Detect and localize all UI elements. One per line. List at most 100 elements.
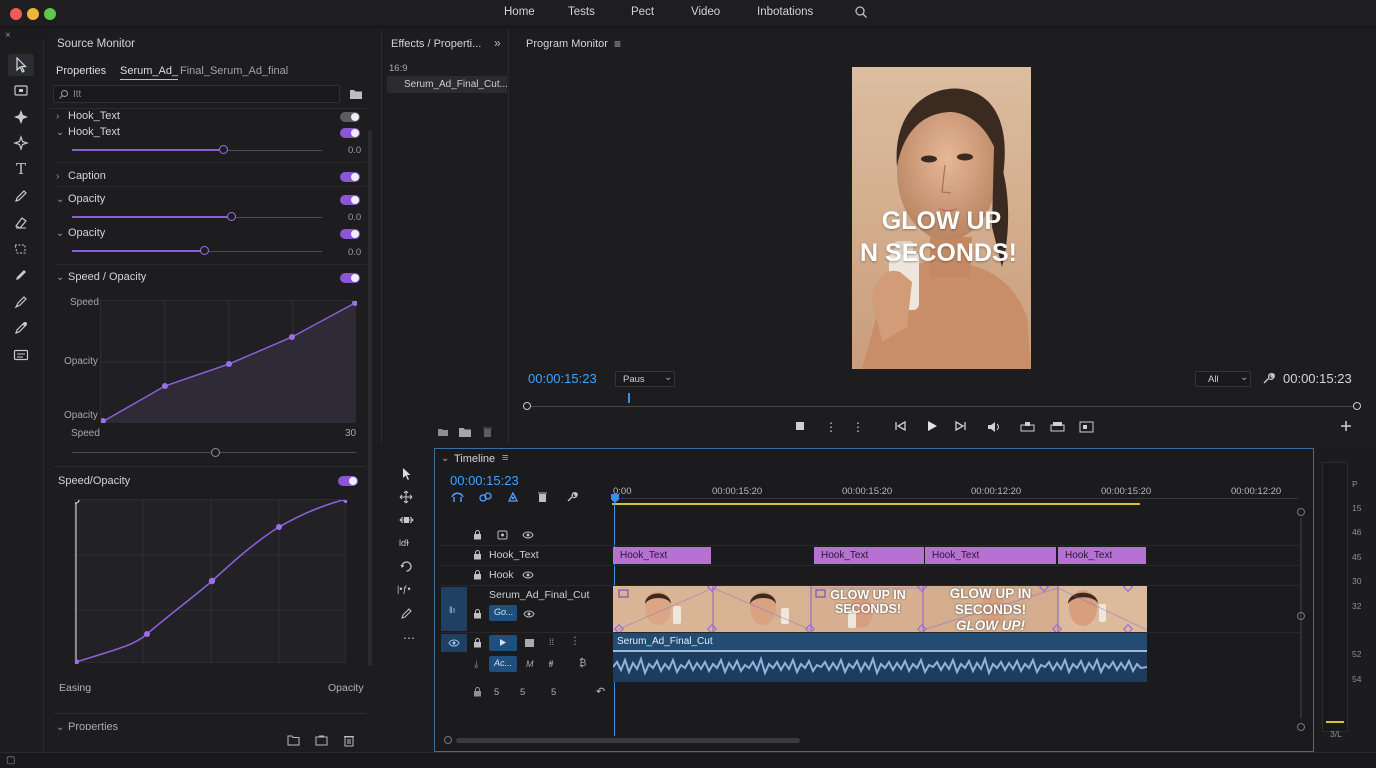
property-row-opacity-1[interactable]: ⌄ Opacity — [56, 193, 366, 211]
chevron-down-icon[interactable]: ⌄ — [56, 194, 68, 205]
text-clip-4[interactable]: Hook_Text — [1058, 547, 1147, 564]
graph1-scrub-knob[interactable] — [211, 448, 220, 457]
toggle-speed-opacity[interactable] — [340, 273, 360, 283]
v-scroll-end[interactable] — [1297, 723, 1305, 731]
eye-icon[interactable] — [523, 610, 535, 618]
more-vertical-icon[interactable]: ⋮ — [825, 420, 837, 434]
program-timecode-current[interactable]: 00:00:15:23 — [528, 371, 597, 386]
pen-tool-icon[interactable] — [8, 185, 34, 207]
close-window-button[interactable] — [10, 8, 22, 20]
text-clip-2[interactable]: Hook_Text — [814, 547, 925, 564]
work-area-bar[interactable] — [612, 503, 1140, 505]
lock-icon[interactable] — [473, 609, 482, 619]
tab-clip[interactable]: Serum_Ad_ — [120, 65, 179, 80]
property-row-hook-text-2[interactable]: ⌄ Hook_Text — [56, 126, 366, 144]
step-forward-icon[interactable] — [955, 421, 969, 431]
effects-item[interactable]: Serum_Ad_Final_Cut... — [387, 76, 508, 93]
track-eye-toggle[interactable] — [441, 634, 467, 652]
extract-icon[interactable] — [1050, 421, 1066, 432]
track-more-icon[interactable]: ⋮ — [570, 636, 580, 647]
ripple-edit-icon[interactable] — [8, 106, 34, 128]
nav-tests[interactable]: Tests — [568, 6, 595, 18]
chevron-right-icon[interactable]: › — [56, 111, 68, 122]
audio-levels-icon[interactable]: ⁞⁞ — [549, 637, 554, 647]
track-forward-icon[interactable] — [399, 514, 414, 526]
more-tools-icon[interactable]: ⋯ — [403, 631, 415, 645]
lock-icon[interactable] — [473, 570, 482, 580]
mute-icon[interactable]: M — [526, 659, 534, 669]
timeline-menu-icon[interactable]: ≡ — [502, 452, 508, 464]
opacity-slider-1-knob[interactable] — [227, 212, 236, 221]
nav-pect[interactable]: Pect — [631, 6, 654, 18]
opacity-slider-2-knob[interactable] — [200, 246, 209, 255]
eraser-tool-icon[interactable] — [8, 211, 34, 233]
scrub-in-point[interactable] — [523, 402, 531, 410]
crop-tool-icon[interactable] — [8, 238, 34, 260]
v-scroll-mid[interactable] — [1297, 612, 1305, 620]
voiceover-icon[interactable]: ₿ — [579, 658, 586, 669]
eye-icon[interactable] — [522, 531, 534, 539]
timeline-pen-icon[interactable] — [400, 607, 413, 620]
lock-icon[interactable] — [473, 638, 482, 648]
toggle-opacity-1[interactable] — [340, 195, 360, 205]
pencil-tool-icon[interactable] — [8, 264, 34, 286]
toggle-hook-text-2[interactable] — [340, 128, 360, 138]
add-button-icon[interactable] — [1340, 420, 1354, 432]
lock-icon[interactable] — [473, 550, 482, 560]
track-a2-badge[interactable]: Ac... — [489, 656, 517, 672]
track-target-v1[interactable]: ‖ı — [441, 587, 467, 631]
expand-panel-icon[interactable]: » — [494, 36, 501, 50]
hook-text-slider-knob[interactable] — [219, 145, 228, 154]
text-clip-1[interactable]: Hook_Text — [613, 547, 712, 564]
folder-icon[interactable] — [459, 427, 471, 437]
play-icon[interactable] — [926, 420, 940, 432]
nav-home[interactable]: Home — [504, 6, 535, 18]
mic-icon[interactable]: ⫰ — [474, 660, 478, 671]
undo-icon[interactable]: ↶ — [596, 685, 605, 698]
toggle-speed-opacity-graph[interactable] — [338, 476, 358, 486]
linked-selection-icon[interactable] — [479, 491, 492, 503]
program-scrub-track[interactable] — [528, 406, 1356, 407]
track-select-icon[interactable] — [8, 80, 34, 102]
property-row-opacity-2[interactable]: ⌄ Opacity — [56, 227, 366, 245]
lock-icon[interactable] — [473, 687, 482, 697]
slide-tool-icon[interactable]: |•ƒ• — [397, 584, 411, 594]
search-field[interactable]: Itt — [53, 85, 340, 103]
timeline-settings-wrench-icon[interactable] — [566, 491, 578, 503]
timeline-timecode[interactable]: 00:00:15:23 — [450, 473, 519, 488]
chevron-down-icon[interactable]: ⌄ — [56, 228, 68, 239]
h-scroll-start[interactable] — [444, 736, 452, 744]
speed-opacity-graph[interactable] — [100, 300, 357, 423]
chevron-right-icon[interactable]: › — [56, 171, 68, 182]
add-marker-icon[interactable] — [507, 491, 520, 503]
source-scrollbar[interactable] — [368, 130, 372, 666]
text-clip-3[interactable]: Hook_Text — [925, 547, 1057, 564]
nav-annotations[interactable]: Inbotations — [757, 6, 813, 18]
timeline-select-icon[interactable] — [401, 467, 413, 481]
more-vertical-icon-2[interactable]: ⋮ — [852, 420, 864, 434]
snap-icon[interactable] — [451, 491, 464, 503]
tab-clip-extra[interactable]: Final_Serum_Ad_final — [180, 65, 288, 77]
chevron-down-icon[interactable]: ⌄ — [441, 453, 449, 464]
volume-icon[interactable] — [987, 421, 1003, 433]
type-tool-icon[interactable]: T — [8, 158, 34, 180]
slip-tool-icon[interactable] — [400, 560, 413, 573]
toggle-opacity-2[interactable] — [340, 229, 360, 239]
program-playhead[interactable] — [628, 393, 630, 403]
eye-icon[interactable] — [522, 571, 534, 579]
status-icon[interactable]: ▢ — [6, 755, 15, 766]
brush-tool-icon[interactable] — [8, 291, 34, 313]
toggle-caption[interactable] — [340, 172, 360, 182]
track-play-button[interactable] — [489, 635, 517, 651]
export-frame-icon[interactable] — [1079, 421, 1095, 433]
zoom-dropdown[interactable]: All ⌄ — [1195, 371, 1251, 387]
film-strip-icon[interactable] — [524, 638, 535, 648]
rolling-edit-icon[interactable] — [8, 132, 34, 154]
lift-icon[interactable] — [1020, 421, 1036, 432]
trash-icon[interactable] — [343, 734, 355, 747]
dropper-tool-icon[interactable] — [8, 317, 34, 339]
selection-tool-icon[interactable] — [8, 54, 34, 76]
properties-section-header[interactable]: ⌄ Properties — [56, 721, 118, 730]
video-clip-serum[interactable]: GLOW UP IN SECONDS! GLOW UP IN SECONDS! … — [613, 586, 1147, 632]
panel-menu-icon[interactable]: ≡ — [614, 37, 621, 51]
